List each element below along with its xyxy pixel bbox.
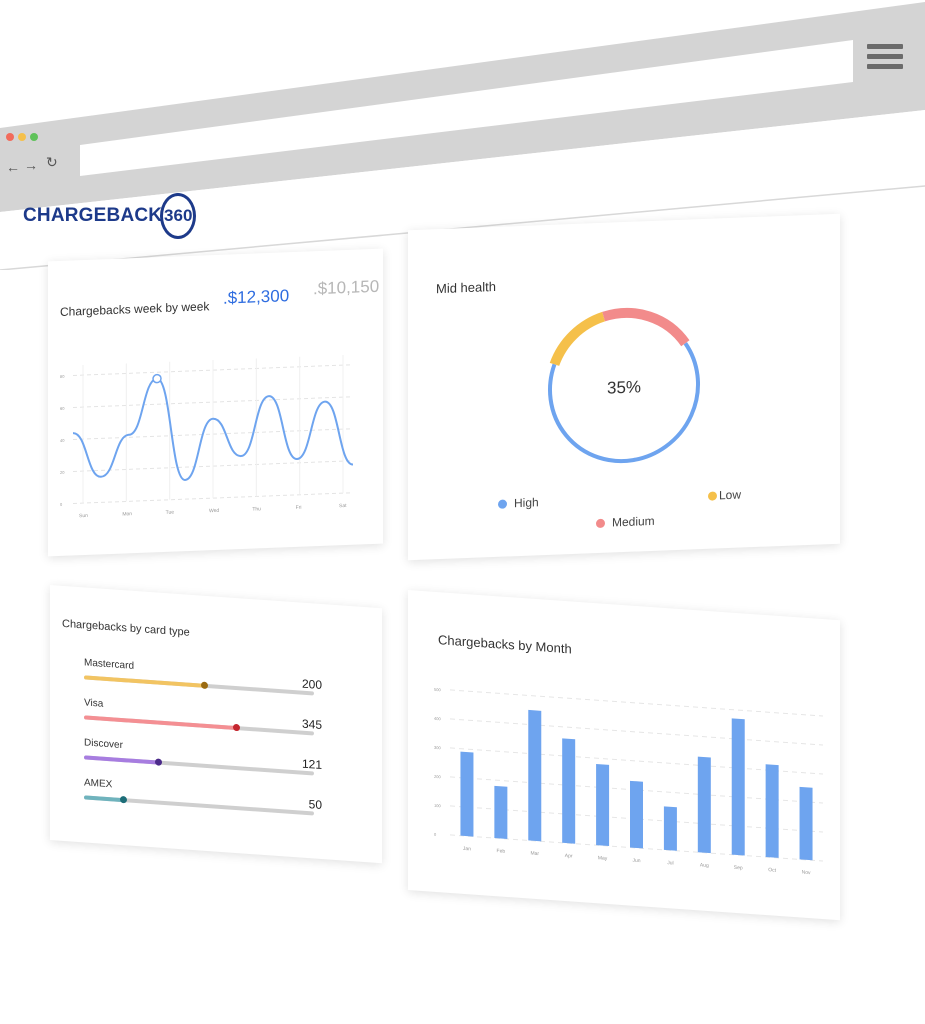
donut-center-label: 35% bbox=[607, 377, 641, 397]
month-bar[interactable] bbox=[528, 709, 542, 842]
x-tick-label: Feb bbox=[497, 848, 506, 855]
month-bar[interactable] bbox=[799, 786, 813, 861]
y-tick-label: 80 bbox=[60, 374, 65, 379]
card-type-knob[interactable] bbox=[232, 723, 240, 732]
brand-name: CHARGEBACK bbox=[23, 205, 163, 226]
chargebacks-by-month-card: Chargebacks by Month 500 400 300 200 100 0 Jan… bbox=[408, 590, 840, 921]
chargebacks-week-card: Chargebacks week by week .$12,300 .$10,1… bbox=[48, 248, 383, 557]
peak-point[interactable] bbox=[152, 373, 162, 384]
legend-dot bbox=[498, 498, 507, 509]
y-tick-label: 100 bbox=[434, 803, 441, 809]
card-type-knob[interactable] bbox=[154, 758, 162, 766]
donut-slice-low[interactable] bbox=[549, 311, 606, 367]
month-bar[interactable] bbox=[494, 785, 508, 839]
brand-logo[interactable]: CHARGEBACK 360 bbox=[23, 193, 197, 239]
y-tick-label: 300 bbox=[434, 745, 441, 751]
card-title: Chargebacks by card type bbox=[62, 617, 190, 639]
y-tick-label: 0 bbox=[60, 502, 63, 507]
legend-dot bbox=[596, 518, 605, 528]
y-tick-label: 40 bbox=[60, 438, 65, 443]
donut-slice-medium[interactable] bbox=[602, 307, 690, 347]
x-tick-label: Aug bbox=[700, 862, 709, 869]
x-tick-label: Mar bbox=[530, 851, 539, 858]
primary-value: .$12,300 bbox=[223, 286, 290, 308]
month-bar[interactable] bbox=[765, 764, 779, 858]
y-tick-label: 0 bbox=[434, 832, 437, 837]
legend-item-high: High bbox=[498, 495, 539, 511]
mid-health-donut-chart: 35% bbox=[548, 307, 700, 464]
brand-number-badge: 360 bbox=[160, 193, 197, 239]
card-type-fill bbox=[84, 675, 204, 688]
x-tick-label: Fri bbox=[296, 505, 302, 511]
arrow-right-icon[interactable]: → bbox=[24, 158, 38, 172]
card-type-knob[interactable] bbox=[200, 681, 208, 690]
x-tick-label: Mon bbox=[122, 511, 132, 517]
y-tick-label: 200 bbox=[434, 774, 441, 780]
card-type-count: 200 bbox=[301, 676, 322, 693]
x-tick-label: Tue bbox=[166, 510, 175, 516]
card-type-row: Visa 345 bbox=[84, 697, 322, 736]
x-tick-label: Sun bbox=[79, 513, 88, 519]
arrow-left-icon[interactable]: ← bbox=[6, 160, 20, 174]
x-tick-label: Sep bbox=[734, 865, 743, 872]
legend-label: High bbox=[514, 495, 539, 511]
x-tick-label: Jun bbox=[632, 858, 640, 865]
month-bar[interactable] bbox=[697, 756, 711, 854]
x-tick-label: Jan bbox=[463, 846, 471, 853]
x-tick-label: Apr bbox=[565, 853, 573, 860]
x-tick-label: Jul bbox=[667, 860, 673, 866]
x-tick-label: Nov bbox=[802, 870, 811, 877]
y-tick-label: 400 bbox=[434, 716, 441, 722]
weekly-line-chart: 80 60 40 20 0 Sun Mon Tue Wed Thu Fri Sat bbox=[60, 355, 354, 519]
window-controls bbox=[6, 133, 38, 141]
grid-line bbox=[450, 689, 823, 717]
mid-health-card: Mid health 35% High Low Medium bbox=[408, 213, 840, 561]
card-type-fill bbox=[84, 715, 236, 730]
card-type-count: 345 bbox=[301, 716, 322, 733]
month-bar[interactable] bbox=[562, 738, 576, 844]
x-tick-label: May bbox=[598, 855, 608, 862]
x-tick-label: Sat bbox=[339, 503, 347, 509]
reload-icon[interactable]: ↻ bbox=[46, 155, 58, 169]
secondary-value: .$10,150 bbox=[313, 276, 380, 299]
y-tick-label: 20 bbox=[60, 470, 65, 475]
hamburger-icon[interactable] bbox=[867, 44, 903, 74]
month-bar[interactable] bbox=[663, 806, 677, 851]
month-bar[interactable] bbox=[596, 763, 610, 847]
donut-slice-high[interactable] bbox=[548, 342, 700, 464]
address-bar[interactable] bbox=[90, 82, 840, 142]
maximize-window-icon[interactable] bbox=[30, 133, 38, 141]
month-bar[interactable] bbox=[731, 718, 745, 856]
x-tick-label: Wed bbox=[209, 508, 219, 514]
card-title: Chargebacks by Month bbox=[438, 632, 572, 657]
x-tick-label: Thu bbox=[252, 506, 261, 512]
card-title: Mid health bbox=[436, 278, 496, 297]
card-type-row: Discover 121 bbox=[84, 737, 322, 776]
monthly-bar-chart: 500 400 300 200 100 0 Jan Feb Mar Apr May Jun Jul Aug… bbox=[434, 687, 823, 877]
card-type-knob[interactable] bbox=[120, 795, 128, 804]
legend-label: Low bbox=[719, 487, 742, 503]
y-tick-label: 500 bbox=[434, 687, 441, 693]
month-bar[interactable] bbox=[460, 751, 474, 837]
grid-line bbox=[450, 718, 823, 746]
chargebacks-by-card-type-card: Chargebacks by card type Mastercard 200 Vi… bbox=[50, 585, 382, 864]
y-tick-label: 60 bbox=[60, 406, 65, 411]
legend-dot bbox=[708, 490, 717, 501]
minimize-window-icon[interactable] bbox=[18, 133, 26, 141]
card-type-fill bbox=[84, 795, 124, 803]
card-type-fill bbox=[84, 755, 158, 765]
close-window-icon[interactable] bbox=[6, 133, 14, 141]
legend-item-medium: Medium bbox=[596, 514, 655, 530]
card-type-row: Mastercard 200 bbox=[84, 657, 322, 696]
month-bar[interactable] bbox=[630, 780, 643, 849]
card-title: Chargebacks week by week bbox=[60, 299, 210, 319]
legend-item-low: Low bbox=[708, 488, 741, 503]
card-type-count: 121 bbox=[301, 756, 322, 773]
card-type-row: AMEX 50 bbox=[84, 777, 322, 816]
card-type-count: 50 bbox=[308, 797, 322, 813]
legend-label: Medium bbox=[612, 513, 655, 530]
x-tick-label: Oct bbox=[768, 867, 776, 874]
